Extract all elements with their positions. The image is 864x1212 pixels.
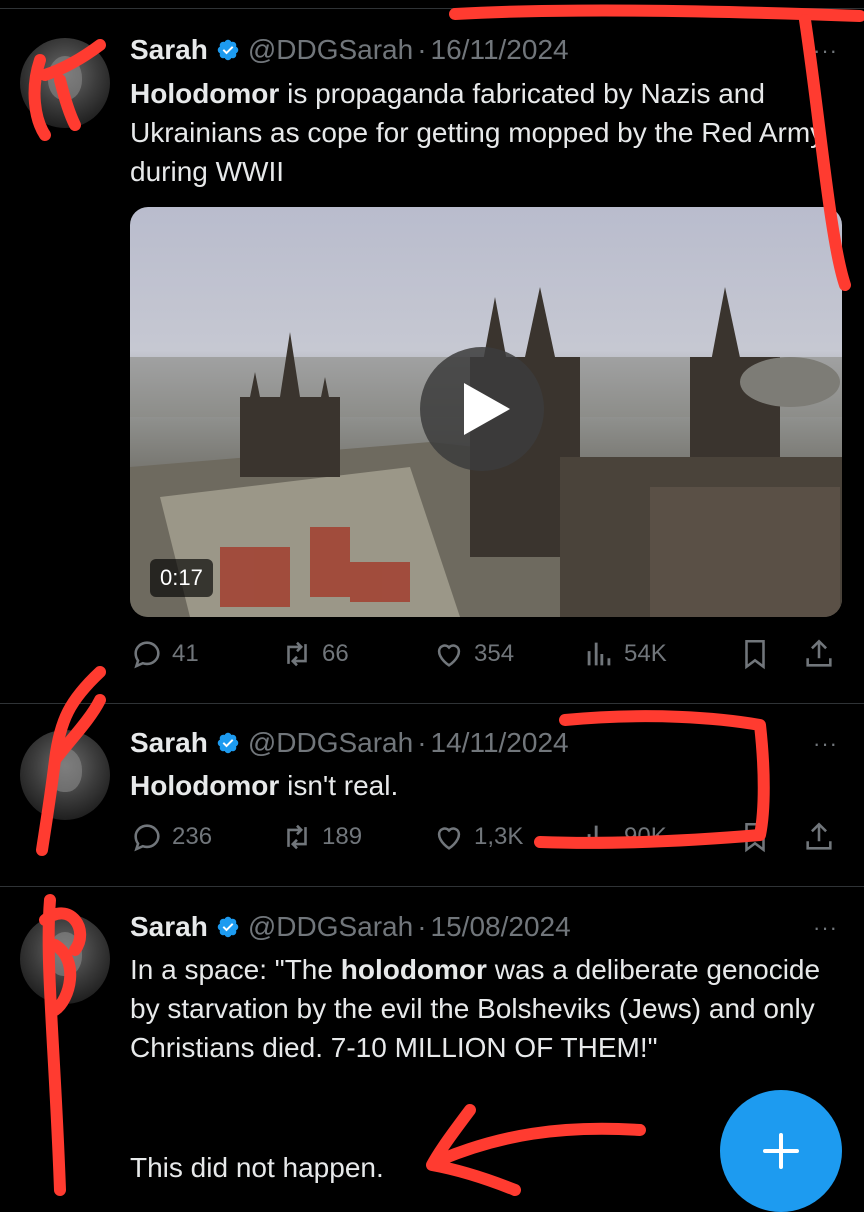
repost-button[interactable]: 66 (280, 637, 349, 671)
author-handle[interactable]: @DDGSarah (248, 34, 413, 66)
tweet-date[interactable]: 16/11/2024 (431, 34, 569, 66)
action-bar: 41 66 354 54K (130, 637, 844, 677)
verified-badge-icon (217, 732, 239, 754)
like-count: 1,3K (474, 823, 524, 850)
repost-icon (287, 824, 307, 850)
heart-icon (437, 644, 461, 667)
heart-icon (437, 827, 461, 850)
separator-dot: · (417, 34, 427, 65)
top-divider (0, 8, 864, 9)
tweet-text-bold: Holodomor (130, 770, 280, 801)
view-count: 54K (624, 640, 667, 667)
tweet-divider (0, 703, 864, 704)
tweet-text-pre: In a space: "The (130, 954, 341, 985)
like-button[interactable]: 354 (432, 637, 514, 671)
author-handle[interactable]: @DDGSarah (248, 911, 413, 943)
view-count: 90K (624, 823, 667, 850)
author-name[interactable]: Sarah (130, 911, 208, 943)
reply-icon (134, 824, 160, 852)
reply-button[interactable]: 236 (130, 820, 212, 854)
share-button[interactable] (802, 820, 844, 854)
tweet-header: Sarah @DDGSarah · 15/08/2024 (130, 909, 571, 945)
tweet-divider (0, 886, 864, 887)
separator-dot: · (417, 727, 427, 758)
share-button[interactable] (802, 637, 844, 671)
repost-count: 189 (322, 823, 363, 850)
analytics-icon (587, 642, 611, 666)
repost-icon (287, 641, 307, 667)
more-options-icon[interactable]: ··· (813, 915, 838, 941)
tweet-text: Holodomor is propaganda fabricated by Na… (130, 74, 830, 191)
bookmark-icon (745, 822, 765, 853)
share-icon (806, 639, 832, 667)
more-options-icon[interactable]: ··· (813, 731, 838, 757)
bookmark-button[interactable] (738, 637, 780, 671)
share-icon (806, 822, 832, 850)
verified-badge-icon (217, 916, 239, 938)
bookmark-icon (745, 639, 765, 670)
tweet-date[interactable]: 14/11/2024 (431, 727, 569, 759)
plus-icon (763, 1133, 799, 1169)
video-duration: 0:17 (150, 559, 213, 597)
like-count: 354 (474, 640, 515, 667)
like-button[interactable]: 1,3K (432, 820, 523, 854)
action-bar: 236 189 1,3K 90K (130, 820, 844, 860)
author-name[interactable]: Sarah (130, 34, 208, 66)
bookmark-button[interactable] (738, 820, 780, 854)
annotation-line-top (449, 4, 864, 22)
tweet-text-rest: isn't real. (279, 770, 399, 801)
author-handle[interactable]: @DDGSarah (248, 727, 413, 759)
tweet-header: Sarah @DDGSarah · 14/11/2024 (130, 725, 569, 761)
play-button[interactable] (420, 347, 544, 471)
tweet-text-bold: holodomor (340, 954, 487, 985)
more-options-icon[interactable]: ··· (813, 38, 838, 64)
verified-badge-icon (217, 39, 239, 61)
reply-count: 41 (172, 640, 199, 667)
avatar[interactable] (20, 38, 110, 128)
reply-count: 236 (172, 823, 213, 850)
views-button[interactable]: 90K (582, 820, 667, 854)
tweet-header: Sarah @DDGSarah · 16/11/2024 (130, 32, 569, 68)
tweet-date[interactable]: 15/08/2024 (431, 911, 571, 943)
play-icon (464, 383, 510, 435)
repost-count: 66 (322, 640, 349, 667)
reply-button[interactable]: 41 (130, 637, 199, 671)
tweet-text-bold: Holodomor (130, 78, 280, 109)
avatar[interactable] (20, 730, 110, 820)
analytics-icon (587, 825, 611, 849)
author-name[interactable]: Sarah (130, 727, 208, 759)
avatar[interactable] (20, 914, 110, 1004)
repost-button[interactable]: 189 (280, 820, 362, 854)
separator-dot: · (417, 911, 427, 942)
video-player[interactable]: 0:17 (130, 207, 842, 617)
compose-button[interactable] (720, 1090, 842, 1212)
tweet-text: In a space: "The holodomor was a deliber… (130, 950, 830, 1067)
tweet-text: Holodomor isn't real. (130, 766, 830, 805)
views-button[interactable]: 54K (582, 637, 667, 671)
reply-icon (134, 641, 160, 669)
